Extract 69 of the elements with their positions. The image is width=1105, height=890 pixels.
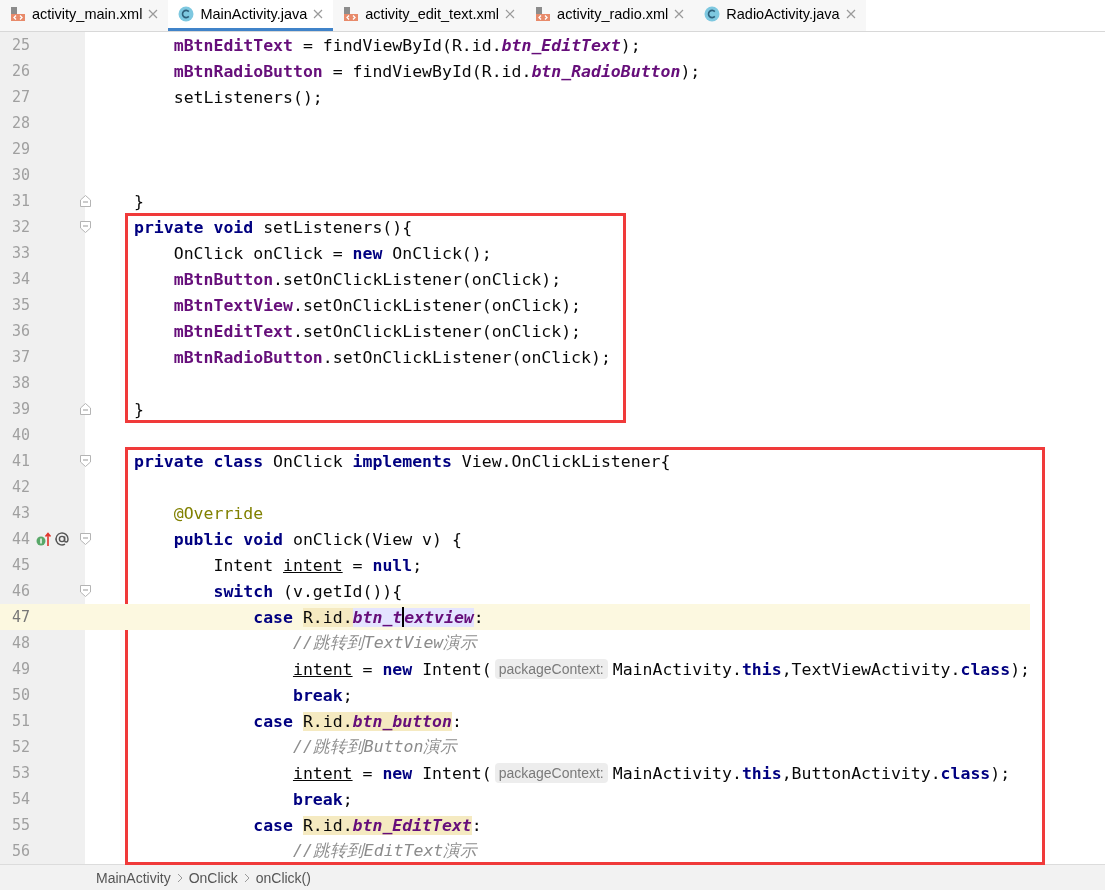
code-text: intent = new Intent( bbox=[291, 659, 492, 679]
line-number: 36 bbox=[10, 322, 30, 340]
code-text: MainActivity.this,TextViewActivity.class); bbox=[612, 659, 1030, 679]
line-number: 53 bbox=[10, 764, 30, 782]
code-line: public void onClick(View v) { bbox=[172, 528, 463, 551]
line-number: 29 bbox=[10, 140, 30, 158]
line-number: 55 bbox=[10, 816, 30, 834]
line-number: 39 bbox=[10, 400, 30, 418]
parameter-hint: packageContext: bbox=[494, 763, 608, 783]
line-number: 46 bbox=[10, 582, 30, 600]
code-line: case R.id.btn_EditText: bbox=[252, 814, 483, 837]
code-text: intent = new Intent( bbox=[291, 763, 492, 783]
code-line: mBtnRadioButton.setOnClickListener(onClick); bbox=[172, 346, 611, 369]
line-number: 35 bbox=[10, 296, 30, 314]
line-number: 41 bbox=[10, 452, 30, 470]
line-number: 25 bbox=[10, 36, 30, 54]
code-line: setListeners(); bbox=[172, 86, 324, 109]
code-line: private class OnClick implements View.OnClickListener{ bbox=[134, 450, 672, 473]
line-number: 31 bbox=[10, 192, 30, 210]
line-number: 45 bbox=[10, 556, 30, 574]
editor-tab[interactable]: activity_radio.xml bbox=[525, 0, 695, 31]
code-line: //跳转到EditText演示 bbox=[291, 840, 479, 862]
code-line: case R.id.btn_button: bbox=[252, 710, 463, 733]
line-number: 49 bbox=[10, 660, 30, 678]
code-line: OnClick onClick = new OnClick(); bbox=[172, 242, 493, 265]
code-line: mBtnTextView.setOnClickListener(onClick); bbox=[172, 294, 583, 317]
line-number: 56 bbox=[10, 842, 30, 860]
line-number: 54 bbox=[10, 790, 30, 808]
code-text: case R.id.btn_t bbox=[252, 607, 403, 627]
code-line: mBtnRadioButton = findViewById(R.id.btn_RadioButton); bbox=[172, 60, 702, 83]
line-number: 37 bbox=[10, 348, 30, 366]
line-number: 42 bbox=[10, 478, 30, 496]
code-line: } bbox=[134, 398, 145, 421]
line-number: 48 bbox=[10, 634, 30, 652]
code-line: @Override bbox=[172, 502, 265, 525]
code-line: mBtnEditText.setOnClickListener(onClick); bbox=[172, 320, 583, 343]
line-number: 38 bbox=[10, 374, 30, 392]
line-number: 40 bbox=[10, 426, 30, 444]
code-line: switch (v.getId()){ bbox=[212, 580, 404, 603]
editor-tab[interactable]: RadioActivity.java bbox=[694, 0, 866, 31]
line-number: 52 bbox=[10, 738, 30, 756]
line-number: 47 bbox=[10, 608, 30, 626]
line-number: 28 bbox=[10, 114, 30, 132]
line-number: 34 bbox=[10, 270, 30, 288]
line-number: 26 bbox=[10, 62, 30, 80]
code-line: //跳转到Button演示 bbox=[291, 736, 459, 758]
line-number: 44 bbox=[10, 530, 30, 548]
code-line: private void setListeners(){ bbox=[134, 216, 414, 239]
line-number: 43 bbox=[10, 504, 30, 522]
code-line: mBtnEditText = findViewById(R.id.btn_EditText); bbox=[172, 34, 642, 57]
line-number: 27 bbox=[10, 88, 30, 106]
code-line: mBtnButton.setOnClickListener(onClick); bbox=[172, 268, 563, 291]
line-number: 30 bbox=[10, 166, 30, 184]
editor-tab[interactable]: activity_edit_text.xml bbox=[333, 0, 526, 31]
breadcrumb-item[interactable]: onClick() bbox=[255, 869, 311, 886]
code-text: MainActivity.this,ButtonActivity.class); bbox=[612, 763, 1011, 783]
code-line: } bbox=[134, 190, 145, 213]
code-line: break; bbox=[291, 684, 354, 707]
line-number: 33 bbox=[10, 244, 30, 262]
line-number: 51 bbox=[10, 712, 30, 730]
breadcrumb-item[interactable]: MainActivity bbox=[96, 869, 171, 886]
breadcrumb-item[interactable]: OnClick bbox=[188, 869, 238, 886]
code-line: Intent intent = null; bbox=[212, 554, 424, 577]
code-line: break; bbox=[291, 788, 354, 811]
parameter-hint: packageContext: bbox=[494, 659, 608, 679]
code-line: //跳转到TextView演示 bbox=[291, 632, 479, 654]
editor-tab[interactable]: activity_main.xml bbox=[0, 0, 169, 31]
line-number: 50 bbox=[10, 686, 30, 704]
line-number: 32 bbox=[10, 218, 30, 236]
